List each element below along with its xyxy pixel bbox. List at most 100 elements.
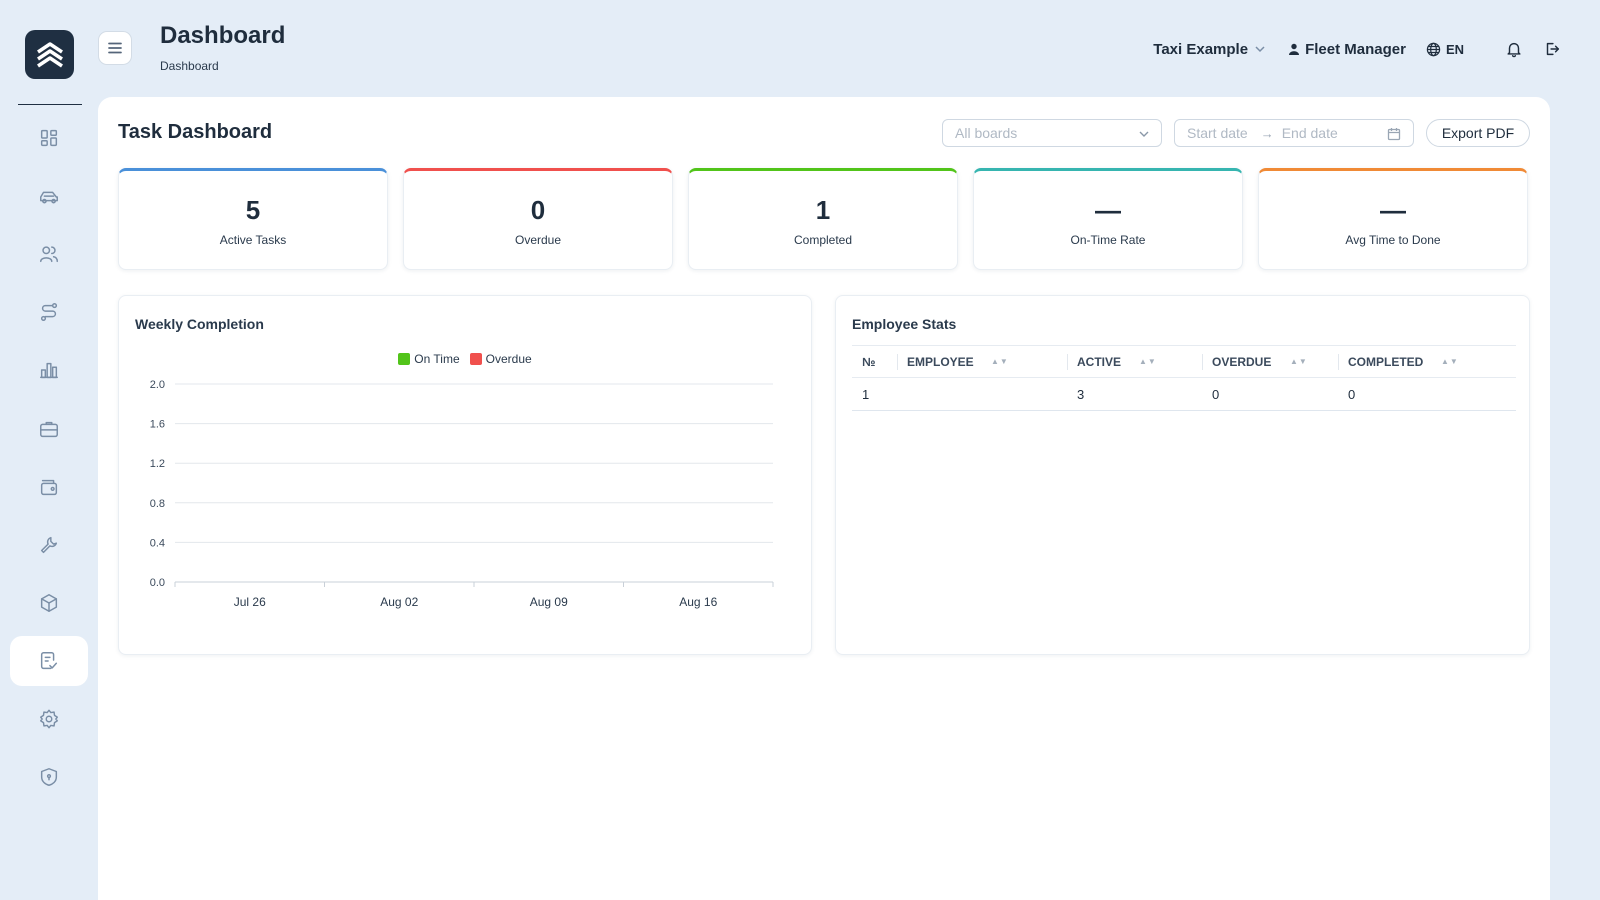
y-tick-label: 0.0: [150, 577, 165, 589]
date-range-picker[interactable]: Start date → End date: [1174, 119, 1414, 147]
cell-employee: [897, 377, 1067, 411]
logo-chevrons-icon: [36, 41, 63, 67]
user-menu[interactable]: Fleet Manager: [1288, 41, 1406, 58]
kpi-card-completed: 1 Completed: [688, 168, 958, 270]
sidebar-item-dashboard[interactable]: [10, 113, 88, 163]
shield-icon: [40, 768, 58, 786]
header-actions: Taxi Example Fleet Manager EN: [1153, 36, 1562, 62]
kpi-value: —: [1095, 195, 1121, 225]
language-code: EN: [1445, 41, 1464, 57]
sort-icon[interactable]: ▲▼: [1290, 357, 1308, 366]
kpi-value: 5: [245, 195, 261, 225]
task-checklist-icon: [40, 652, 58, 670]
sidebar-item-users[interactable]: [10, 229, 88, 279]
employee-stats-panel: Employee Stats № EMPLOYEE ▲▼ ACTIVE ▲▼ O…: [835, 295, 1530, 655]
menu-toggle-button[interactable]: [98, 31, 132, 65]
column-header-completed[interactable]: COMPLETED ▲▼: [1338, 345, 1516, 378]
globe-icon: [1426, 42, 1441, 56]
column-header-overdue[interactable]: OVERDUE ▲▼: [1202, 345, 1338, 378]
y-tick-label: 2.0: [150, 379, 165, 391]
sidebar-item-security[interactable]: [10, 752, 88, 802]
sidebar-item-maintenance[interactable]: [10, 520, 88, 570]
sidebar-item-jobs[interactable]: [10, 404, 88, 454]
gear-icon: [40, 709, 58, 729]
x-tick-label: Jul 26: [234, 595, 266, 609]
start-date-input[interactable]: Start date: [1187, 125, 1248, 141]
cell-completed: 0: [1338, 377, 1516, 411]
wrench-icon: [40, 536, 58, 554]
column-header-employee[interactable]: EMPLOYEE ▲▼: [897, 345, 1067, 378]
task-dashboard-title: Task Dashboard: [118, 121, 273, 143]
sidebar-item-inventory[interactable]: [10, 578, 88, 628]
column-header-label: OVERDUE: [1212, 354, 1272, 369]
kpi-label: Completed: [793, 233, 853, 247]
boards-select[interactable]: All boards: [942, 119, 1162, 147]
logout-button[interactable]: [1542, 39, 1562, 59]
column-header-label: №: [862, 354, 876, 369]
sidebar-item-settings[interactable]: [10, 694, 88, 744]
x-tick-label: Aug 09: [530, 595, 568, 609]
chevron-down-icon: [1139, 131, 1149, 137]
kpi-value: 1: [815, 195, 831, 225]
kpi-label: On-Time Rate: [1070, 233, 1146, 247]
column-header-label: ACTIVE: [1077, 354, 1122, 369]
sort-icon[interactable]: ▲▼: [991, 357, 1009, 366]
company-selector[interactable]: Taxi Example: [1153, 41, 1266, 58]
logout-icon: [1546, 42, 1560, 56]
kpi-value: —: [1380, 195, 1406, 225]
sort-icon[interactable]: ▲▼: [1441, 357, 1459, 366]
y-tick-label: 0.8: [150, 498, 165, 510]
dashboard-icon: [40, 129, 58, 147]
column-separator: [1338, 354, 1339, 370]
user-name: Fleet Manager: [1305, 40, 1406, 58]
chevron-down-icon: [1255, 46, 1265, 53]
briefcase-icon: [40, 421, 58, 438]
y-tick-label: 1.6: [150, 419, 165, 431]
kpi-card-overdue: 0 Overdue: [403, 168, 673, 270]
kpi-label: Overdue: [514, 233, 562, 247]
column-header-active[interactable]: ACTIVE ▲▼: [1067, 345, 1202, 378]
company-name: Taxi Example: [1153, 40, 1249, 58]
notifications-button[interactable]: [1504, 39, 1524, 59]
kpi-card-avg-time-to-done: — Avg Time to Done: [1258, 168, 1528, 270]
sidebar-item-vehicles[interactable]: [10, 172, 88, 222]
export-pdf-button[interactable]: Export PDF: [1426, 119, 1530, 147]
breadcrumb[interactable]: Dashboard: [160, 59, 219, 73]
car-icon: [40, 191, 58, 204]
cell-active: 3: [1067, 377, 1202, 411]
table-row[interactable]: 1 3 0 0: [852, 377, 1516, 411]
package-icon: [40, 594, 58, 612]
cell-overdue: 0: [1202, 377, 1338, 411]
column-separator: [897, 354, 898, 370]
sidebar-item-reports[interactable]: [10, 345, 88, 395]
employee-stats-table: № EMPLOYEE ▲▼ ACTIVE ▲▼ OVERDUE ▲▼ COMPL…: [852, 345, 1516, 411]
main-content: Task Dashboard All boards Start date → E…: [98, 97, 1550, 900]
users-icon: [40, 246, 58, 263]
column-separator: [1202, 354, 1203, 370]
bell-icon: [1507, 42, 1521, 58]
sidebar-item-finance[interactable]: [10, 462, 88, 512]
user-icon: [1289, 43, 1300, 55]
bar-chart-icon: [40, 362, 58, 379]
route-icon: [40, 303, 58, 321]
app-logo[interactable]: [25, 30, 74, 79]
boards-select-placeholder: All boards: [955, 125, 1018, 141]
y-tick-label: 1.2: [150, 458, 165, 470]
sidebar-item-routes[interactable]: [10, 287, 88, 337]
hamburger-icon: [108, 42, 122, 54]
sidebar: [0, 0, 97, 900]
weekly-completion-chart: 2.0 1.6 1.2 0.8 0.4 0.0 Jul 26 Aug 02 Aug 09 Aug …: [150, 379, 774, 609]
x-tick-label: Aug 16: [679, 595, 717, 609]
employee-stats-title: Employee Stats: [852, 316, 957, 332]
sort-icon[interactable]: ▲▼: [1139, 357, 1157, 366]
cell-number: 1: [852, 377, 897, 411]
wallet-icon: [40, 479, 58, 496]
end-date-input[interactable]: End date: [1282, 125, 1338, 141]
sidebar-item-tasks[interactable]: [10, 636, 88, 686]
column-header-label: COMPLETED: [1348, 354, 1424, 369]
column-header-number: №: [852, 345, 897, 378]
language-selector[interactable]: EN: [1426, 42, 1464, 57]
kpi-value: 0: [530, 195, 546, 225]
y-tick-label: 0.4: [150, 537, 165, 549]
kpi-card-on-time-rate: — On-Time Rate: [973, 168, 1243, 270]
